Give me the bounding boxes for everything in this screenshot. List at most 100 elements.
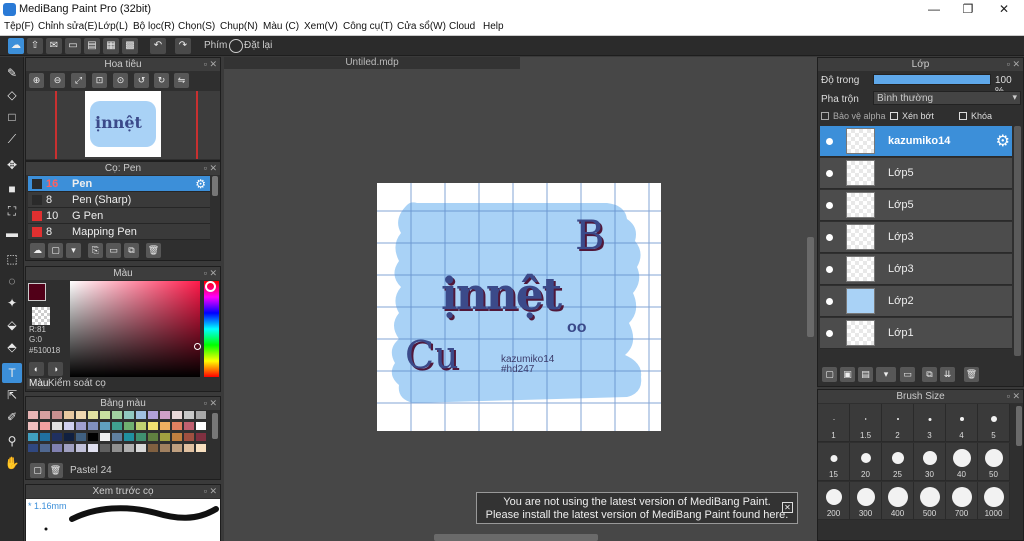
maximize-button[interactable]: ❐ <box>950 0 986 19</box>
layer-row[interactable]: kazumiko14 ⚙ <box>820 126 1012 157</box>
zoom-reset-icon[interactable]: ⊙ <box>113 73 128 88</box>
canvas-h-scrollbar[interactable] <box>434 534 598 541</box>
lock-checkbox[interactable] <box>959 112 967 120</box>
layer-row[interactable]: Lớp1 <box>820 318 1012 349</box>
tab-brush-control[interactable]: Kiểm soát cọ <box>48 378 106 389</box>
palette-swatch[interactable] <box>64 433 74 441</box>
palette-swatch[interactable] <box>40 422 50 430</box>
magic-wand-tool-icon[interactable]: ✦ <box>2 293 22 313</box>
palette-swatch[interactable] <box>172 433 182 441</box>
panel-controls-icon[interactable]: ▫ ✕ <box>204 162 217 175</box>
reset-button[interactable]: Đặt lại <box>244 40 272 51</box>
select-eraser-tool-icon[interactable]: ⬘ <box>2 337 22 357</box>
layer-settings-icon[interactable]: ⚙ <box>996 131 1010 151</box>
menu-file[interactable]: Tệp(F) <box>4 21 34 32</box>
menu-tools[interactable]: Công cụ(T) <box>343 21 393 32</box>
palette-swatch[interactable] <box>124 422 134 430</box>
layer-row[interactable]: Lớp5 <box>820 158 1012 189</box>
brush-size-option[interactable]: 300 <box>850 482 882 520</box>
menu-cloud[interactable]: Cloud <box>449 21 475 32</box>
notice-close-icon[interactable]: ✕ <box>782 502 793 513</box>
background-color[interactable] <box>32 307 50 325</box>
brush-size-option[interactable]: 15 <box>818 443 850 481</box>
brush-scrollbar[interactable] <box>212 176 218 196</box>
visibility-icon[interactable] <box>826 202 833 209</box>
palette-swatch[interactable] <box>184 422 194 430</box>
duplicate-layer-icon[interactable]: ⧉ <box>922 367 937 382</box>
select-pen-tool-icon[interactable]: ⬙ <box>2 315 22 335</box>
shape-tool-icon[interactable]: ■ <box>2 179 22 199</box>
tab-color[interactable]: Màu <box>27 378 51 389</box>
document-area[interactable]: Untiled.mdp ịnnệt B Cu oo kazumiko14 #hd… <box>224 57 817 541</box>
palette-swatch[interactable] <box>100 433 110 441</box>
blur-tool-icon[interactable]: ✐ <box>2 407 22 427</box>
color-wheel-icon[interactable]: ◐ <box>29 362 44 376</box>
gradient-tool-icon[interactable]: ▬ <box>2 223 22 243</box>
brush-settings-icon[interactable]: ⚙ <box>195 177 206 191</box>
duplicate-icon[interactable]: ⧉ <box>124 243 139 258</box>
menu-help[interactable]: Help <box>483 21 504 32</box>
brush-size-option[interactable]: 1000 <box>978 482 1010 520</box>
palette-swatch[interactable] <box>52 422 62 430</box>
visibility-icon[interactable] <box>826 138 833 145</box>
foreground-color[interactable] <box>28 283 46 301</box>
menu-window[interactable]: Cửa sổ(W) <box>397 21 446 32</box>
cloud-sync-icon[interactable]: ☁ <box>8 38 24 54</box>
delete-layer-icon[interactable]: 🗑 <box>964 367 979 382</box>
visibility-icon[interactable] <box>826 170 833 177</box>
brush-size-scrollbar[interactable] <box>1016 406 1022 446</box>
palette-swatch[interactable] <box>196 444 206 452</box>
palette-swatch[interactable] <box>64 411 74 419</box>
line-tool-icon[interactable]: ⟋ <box>2 129 22 149</box>
zoom-in-icon[interactable]: ⊕ <box>29 73 44 88</box>
palette-swatch[interactable] <box>28 444 38 452</box>
palette-swatch[interactable] <box>40 411 50 419</box>
brush-item-g-pen[interactable]: 10 G Pen <box>28 208 210 224</box>
panel-controls-icon[interactable]: ▫ ✕ <box>1007 58 1020 71</box>
select-tool-icon[interactable]: ⬚ <box>2 249 22 269</box>
hand-tool-icon[interactable]: ✋ <box>2 453 22 473</box>
palette-swatch[interactable] <box>52 444 62 452</box>
opacity-slider[interactable] <box>873 74 991 85</box>
protect-alpha-checkbox[interactable] <box>821 112 829 120</box>
palette-swatch[interactable] <box>196 422 206 430</box>
layer-row[interactable]: Lớp5 <box>820 190 1012 221</box>
palette-swatch[interactable] <box>40 444 50 452</box>
palette-swatch[interactable] <box>136 444 146 452</box>
palette-swatch[interactable] <box>172 411 182 419</box>
brush-size-option[interactable]: 40 <box>946 443 978 481</box>
palette-swatch[interactable] <box>172 422 182 430</box>
panel-controls-icon[interactable]: ▫ ✕ <box>204 485 217 498</box>
new-color-layer-icon[interactable]: ▣ <box>840 367 855 382</box>
palette-swatch[interactable] <box>88 422 98 430</box>
palette-swatch[interactable] <box>160 411 170 419</box>
add-brush-icon[interactable]: ▾ <box>66 243 81 258</box>
brush-size-option[interactable]: 25 <box>882 443 914 481</box>
menu-color[interactable]: Màu (C) <box>263 21 299 32</box>
brush-item-mapping-pen[interactable]: 8 Mapping Pen <box>28 224 210 240</box>
palette-swatch[interactable] <box>52 411 62 419</box>
palette-scrollbar[interactable] <box>212 413 218 439</box>
palette-swatches[interactable] <box>28 411 208 457</box>
palette-swatch[interactable] <box>184 433 194 441</box>
palette-swatch[interactable] <box>184 444 194 452</box>
page-icon[interactable]: ▤ <box>84 38 100 54</box>
palette-swatch[interactable] <box>88 444 98 452</box>
palette-swatch[interactable] <box>76 433 86 441</box>
copy-brush-icon[interactable]: ⎘ <box>88 243 103 258</box>
brush-size-option[interactable]: 50 <box>978 443 1010 481</box>
palette-swatch[interactable] <box>76 411 86 419</box>
brush-size-option[interactable]: 400 <box>882 482 914 520</box>
visibility-icon[interactable] <box>826 266 833 273</box>
palette-swatch[interactable] <box>160 422 170 430</box>
palette-swatch[interactable] <box>136 422 146 430</box>
folder-icon[interactable]: ▭ <box>106 243 121 258</box>
palette-swatch[interactable] <box>148 433 158 441</box>
color-mode-icon[interactable]: ◑ <box>48 362 63 376</box>
panel-controls-icon[interactable]: ▫ ✕ <box>204 267 217 280</box>
palette-swatch[interactable] <box>64 422 74 430</box>
palette-swatch[interactable] <box>160 433 170 441</box>
palette-swatch[interactable] <box>148 411 158 419</box>
palette-swatch[interactable] <box>100 411 110 419</box>
visibility-icon[interactable] <box>826 330 833 337</box>
